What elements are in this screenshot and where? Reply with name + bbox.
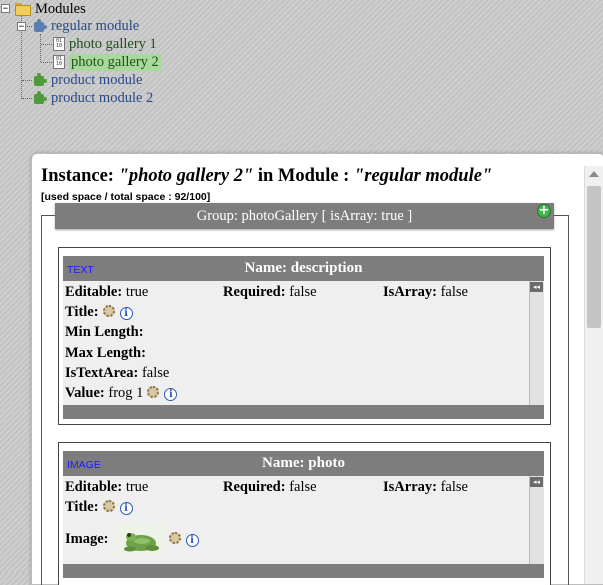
regular-module-expander[interactable]: − [17, 22, 26, 32]
required-value: false [289, 284, 317, 300]
field-description: TEXT Name: description Editable: true Re… [58, 247, 551, 425]
tree-node-product-module-2[interactable]: product module 2 [33, 89, 153, 107]
scroll-thumb[interactable] [587, 186, 601, 328]
editable-value: true [125, 284, 149, 300]
field-footer [63, 564, 544, 578]
required-value: false [289, 479, 317, 495]
edit-gear-icon[interactable] [102, 500, 115, 512]
info-icon[interactable]: i [119, 307, 133, 320]
value-text: frog 1 [108, 385, 144, 401]
tree-node-label: photo gallery 2 [69, 53, 161, 71]
field-scrollbar[interactable]: ◂◂ [529, 476, 544, 564]
field-header: TEXT Name: description [63, 256, 544, 281]
info-icon[interactable]: i [185, 534, 199, 547]
instance-title: Instance: "photo gallery 2" in Module : … [41, 166, 492, 187]
puzzle-icon [33, 73, 47, 87]
panel-scrollbar[interactable] [584, 166, 603, 584]
instance-panel: Instance: "photo gallery 2" in Module : … [31, 153, 603, 585]
collapse-icon[interactable]: ◂◂ [530, 477, 543, 487]
collapse-icon[interactable]: ◂◂ [530, 282, 543, 292]
instance-module-name: "regular module" [353, 166, 493, 186]
edit-gear-icon[interactable] [102, 305, 115, 317]
required-label: Required: [223, 284, 286, 300]
instance-prefix: Instance: [41, 166, 114, 186]
max-length-label: Max Length: [65, 345, 146, 361]
required-label: Required: [223, 479, 286, 495]
tree-node-photo-gallery-1[interactable]: 01 10 photo gallery 1 [53, 35, 157, 53]
field-photo: IMAGE Name: photo Editable: true Require… [58, 442, 551, 585]
title-label: Title: [65, 304, 99, 320]
editable-label: Editable: [65, 284, 123, 300]
group-header: Group: photoGallery [ isArray: true ] [55, 203, 554, 229]
field-scrollbar[interactable]: ◂◂ [529, 281, 544, 405]
puzzle-icon [33, 91, 47, 105]
title-label: Title: [65, 499, 99, 515]
edit-gear-icon[interactable] [168, 532, 181, 544]
isarray-label: IsArray: [383, 479, 437, 495]
field-footer [63, 405, 544, 419]
instance-name: "photo gallery 2" [118, 166, 254, 186]
value-label: Value: [65, 385, 105, 401]
editable-label: Editable: [65, 479, 123, 495]
module-tree: − Modules − regular module 01 10 photo ga… [0, 0, 603, 110]
editable-value: true [125, 479, 149, 495]
field-header: IMAGE Name: photo [63, 451, 544, 476]
tree-node-photo-gallery-2[interactable]: 01 10 photo gallery 2 [53, 53, 161, 71]
folder-icon [15, 2, 31, 16]
tree-node-label: regular module [51, 17, 140, 34]
tree-node-product-module[interactable]: product module [33, 71, 142, 89]
isarray-value: false [440, 284, 468, 300]
tree-node-label: photo gallery 1 [69, 35, 157, 52]
document-icon: 01 10 [53, 55, 65, 69]
frog-image-thumbnail[interactable] [116, 523, 165, 555]
tree-node-modules[interactable]: Modules [15, 0, 86, 18]
istextarea-value: false [141, 365, 170, 381]
tree-node-regular-module[interactable]: regular module [33, 17, 139, 35]
image-label: Image: [65, 531, 109, 547]
edit-gear-icon[interactable] [147, 386, 160, 398]
isarray-label: IsArray: [383, 284, 437, 300]
isarray-value: false [440, 479, 468, 495]
tree-node-label: product module [51, 71, 143, 88]
tree-node-label: Modules [35, 0, 86, 17]
root-expander[interactable]: − [1, 4, 10, 14]
field-name: Name: photo [262, 455, 345, 471]
info-icon[interactable]: i [119, 502, 133, 515]
info-icon[interactable]: i [164, 388, 178, 401]
field-name: Name: description [244, 260, 363, 276]
min-length-label: Min Length: [65, 324, 144, 340]
scroll-up-arrow-icon[interactable] [589, 171, 599, 177]
istextarea-label: IsTextArea: [65, 365, 139, 381]
add-item-icon[interactable]: + [537, 204, 551, 218]
document-icon: 01 10 [53, 37, 65, 51]
instance-in-module: in Module : [257, 166, 350, 186]
space-usage: [used space / total space : 92/100] [41, 191, 211, 203]
tree-node-label: product module 2 [51, 89, 154, 106]
puzzle-icon [33, 19, 47, 33]
